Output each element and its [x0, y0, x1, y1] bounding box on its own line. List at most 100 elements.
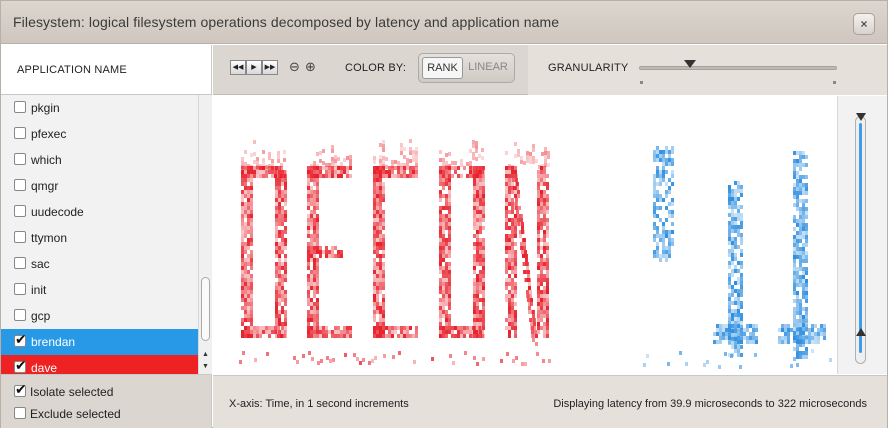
application-list[interactable]: pkgin pfexec which qmgr uudecode ttymon sac ini…	[1, 95, 212, 374]
heatmap-cell	[244, 234, 247, 238]
list-item[interactable]: brendan	[1, 329, 198, 355]
granularity-slider-track[interactable]	[639, 66, 837, 70]
scroll-up-icon[interactable]: ▲	[202, 351, 209, 358]
zoom-out-icon[interactable]: ⊖	[289, 59, 300, 75]
heatmap-cell	[653, 210, 656, 214]
heatmap-cell	[505, 166, 508, 170]
heatmap-cell	[328, 174, 331, 178]
heatmap-cell	[274, 326, 277, 330]
heatmap-cell	[256, 170, 259, 174]
heatmap-cell	[247, 194, 250, 198]
heatmap-cell	[796, 223, 799, 227]
list-item[interactable]: ttymon	[1, 225, 198, 251]
heatmap-cell	[799, 255, 802, 259]
isolate-selected-checkbox[interactable]	[14, 381, 27, 398]
heatmap-cell	[546, 222, 549, 226]
app-checkbox[interactable]	[14, 205, 26, 217]
color-mode-rank-button[interactable]: RANK	[422, 57, 463, 79]
app-checkbox[interactable]	[14, 153, 26, 165]
heatmap-cell	[508, 218, 511, 222]
heatmap-cell	[379, 314, 382, 318]
list-item[interactable]: gcp	[1, 303, 198, 329]
heatmap-cell	[737, 349, 740, 353]
list-item[interactable]: pkgin	[1, 95, 198, 121]
list-item[interactable]: pfexec	[1, 121, 198, 147]
heatmap-cell	[525, 258, 528, 262]
list-item[interactable]: uudecode	[1, 199, 198, 225]
heatmap-cell	[250, 210, 253, 214]
heatmap-cell	[454, 161, 457, 165]
heatmap-cell	[473, 214, 476, 218]
list-item[interactable]: dave	[1, 355, 198, 374]
heatmap-cell	[373, 210, 376, 214]
heatmap-cell	[466, 330, 469, 334]
heatmap-cell	[508, 226, 511, 230]
heatmap-cell	[382, 326, 385, 330]
list-item[interactable]: sac	[1, 251, 198, 277]
heatmap-cell	[546, 330, 549, 334]
heatmap-cell	[278, 334, 281, 338]
heatmap-cell	[521, 246, 524, 250]
fast-forward-icon[interactable]: ▶▶	[262, 60, 278, 75]
heatmap-canvas[interactable]	[213, 96, 837, 374]
heatmap-cell	[667, 362, 670, 366]
heatmap-cell	[310, 178, 313, 182]
heatmap-cell	[278, 210, 281, 214]
heatmap-cell	[313, 286, 316, 290]
heatmap-cell	[439, 270, 442, 274]
app-checkbox[interactable]	[14, 231, 26, 243]
heatmap-cell	[743, 332, 746, 336]
heatmap-cell	[391, 326, 394, 330]
latency-range-bottom-handle[interactable]	[856, 328, 866, 336]
heatmap-cell	[448, 314, 451, 318]
heatmap-cell	[385, 326, 388, 330]
heatmap-cell	[731, 328, 734, 332]
heatmap-cell	[473, 246, 476, 250]
heatmap-cell	[734, 301, 737, 305]
list-item[interactable]: qmgr	[1, 173, 198, 199]
latency-range-slider[interactable]	[837, 96, 887, 374]
app-checkbox[interactable]	[14, 331, 27, 348]
close-button[interactable]: ×	[853, 13, 875, 35]
heatmap-cell	[382, 226, 385, 230]
heatmap-cell	[373, 246, 376, 250]
heatmap-cell	[740, 317, 743, 321]
list-item[interactable]: which	[1, 147, 198, 173]
color-mode-linear-button[interactable]: LINEAR	[465, 57, 511, 79]
heatmap-cell	[814, 340, 817, 344]
heatmap-cell	[734, 313, 737, 317]
app-checkbox[interactable]	[14, 101, 26, 113]
scroll-down-icon[interactable]: ▼	[202, 363, 209, 370]
play-icon[interactable]: ▶	[246, 60, 262, 75]
heatmap-cell	[734, 257, 737, 261]
app-checkbox[interactable]	[14, 257, 26, 269]
app-checkbox[interactable]	[14, 357, 27, 374]
application-list-scrollbar[interactable]: ▲ ▼	[198, 95, 212, 374]
heatmap-cell	[278, 190, 281, 194]
heatmap-cell	[740, 185, 743, 189]
list-item[interactable]: init	[1, 277, 198, 303]
exclude-selected-checkbox[interactable]	[14, 407, 26, 419]
heatmap-cell	[482, 290, 485, 294]
heatmap-cell	[725, 332, 728, 336]
heatmap-cell	[511, 210, 514, 214]
granularity-slider-handle[interactable]	[684, 60, 697, 70]
rewind-icon[interactable]: ◀◀	[230, 60, 246, 75]
app-checkbox[interactable]	[14, 309, 26, 321]
latency-range-top-handle[interactable]	[856, 113, 866, 121]
heatmap-cell	[451, 326, 454, 330]
app-checkbox[interactable]	[14, 179, 26, 191]
heatmap-cell	[448, 298, 451, 302]
heatmap-cell	[505, 238, 508, 242]
latency-range-track[interactable]	[855, 116, 866, 364]
app-checkbox[interactable]	[14, 127, 26, 139]
zoom-in-icon[interactable]: ⊕	[305, 59, 316, 75]
heatmap-cell	[793, 171, 796, 175]
scrollbar-thumb[interactable]	[201, 277, 210, 341]
heatmap-cell	[482, 238, 485, 242]
heatmap-cell	[307, 266, 310, 270]
heatmap-cell	[799, 303, 802, 307]
latency-heatmap[interactable]	[213, 96, 837, 374]
heatmap-cell	[448, 210, 451, 214]
app-checkbox[interactable]	[14, 283, 26, 295]
